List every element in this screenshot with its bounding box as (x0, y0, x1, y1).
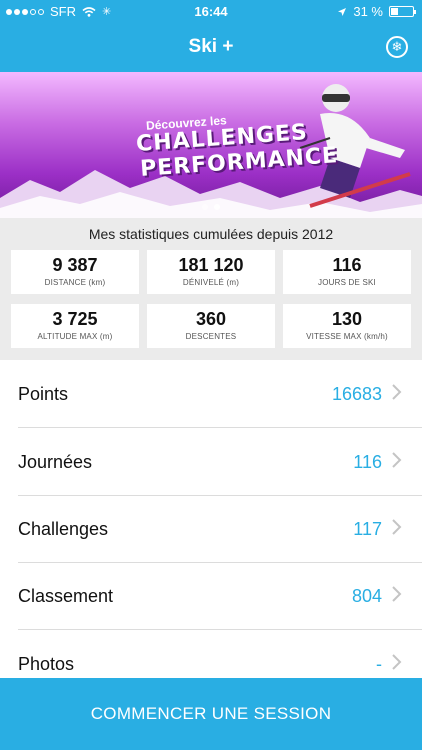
start-session-button[interactable]: COMMENCER UNE SESSION (0, 678, 422, 750)
battery-icon (389, 6, 416, 17)
stats-panel: Mes statistiques cumulées depuis 2012 9 … (0, 218, 422, 360)
stats-title: Mes statistiques cumulées depuis 2012 (88, 226, 334, 242)
list-item-label: Journées (18, 452, 93, 472)
stat-label: DISTANCE (km) (44, 278, 106, 287)
list-item-value: 117 (353, 519, 382, 539)
stat-value: 3 725 (52, 309, 98, 329)
list-item-ranking[interactable]: Classement 804 (0, 562, 422, 629)
stat-value: 116 (332, 255, 362, 275)
chevron-right-icon (392, 452, 402, 468)
stat-card-elevation: 181 120 DÉNIVELÉ (m) (147, 250, 275, 294)
stat-value: 130 (331, 309, 363, 329)
list-item-label: Photos (18, 654, 75, 674)
list-item-label: Challenges (18, 519, 109, 539)
stat-value: 9 387 (52, 255, 98, 275)
stat-label: VITESSE MAX (km/h) (306, 332, 388, 341)
list-item-value: 804 (351, 586, 382, 606)
stat-label: ALTITUDE MAX (m) (37, 332, 113, 341)
stat-label: DESCENTES (185, 332, 237, 341)
stat-card-max-altitude: 3 725 ALTITUDE MAX (m) (11, 304, 139, 348)
top-bar: SFR ✳ 16:44 31 % Ski + ❄ (0, 0, 422, 72)
list-item-value: 116 (353, 452, 382, 472)
stat-label: DÉNIVELÉ (m) (182, 278, 240, 287)
stat-card-max-speed: 130 VITESSE MAX (km/h) (283, 304, 411, 348)
settings-icon[interactable]: ❄ (386, 36, 408, 58)
list-item-points[interactable]: Points 16683 (0, 360, 422, 427)
location-arrow-icon (338, 7, 347, 16)
nav-title: Ski + (188, 36, 234, 57)
stat-card-ski-days: 116 JOURS DE SKI (283, 250, 411, 294)
stat-card-runs: 360 DESCENTES (147, 304, 275, 348)
list-item-challenges[interactable]: Challenges 117 (0, 495, 422, 562)
battery-label: 31 % (353, 4, 383, 19)
stat-value: 181 120 (178, 255, 244, 275)
pager-dot (202, 204, 208, 210)
list-item-label: Points (18, 384, 69, 404)
battery-fill (391, 8, 398, 15)
status-bar: SFR ✳ 16:44 31 % (0, 0, 422, 24)
stat-value: 360 (195, 309, 227, 329)
promo-banner[interactable]: Découvrez les CHALLENGES PERFORMANCE (0, 72, 422, 218)
stat-card-distance: 9 387 DISTANCE (km) (11, 250, 139, 294)
pager-dot-active (214, 204, 220, 210)
stat-label: JOURS DE SKI (318, 278, 376, 287)
list-item-days[interactable]: Journées 116 (0, 428, 422, 495)
chevron-right-icon (392, 384, 402, 400)
chevron-right-icon (392, 654, 402, 670)
list-item-label: Classement (18, 586, 114, 606)
status-right: 31 % (337, 4, 416, 19)
chevron-right-icon (392, 519, 402, 535)
banner-pager[interactable] (0, 204, 422, 210)
list-item-value: 16683 (331, 384, 382, 404)
chevron-right-icon (392, 586, 402, 602)
list-item-value: - (376, 654, 382, 674)
